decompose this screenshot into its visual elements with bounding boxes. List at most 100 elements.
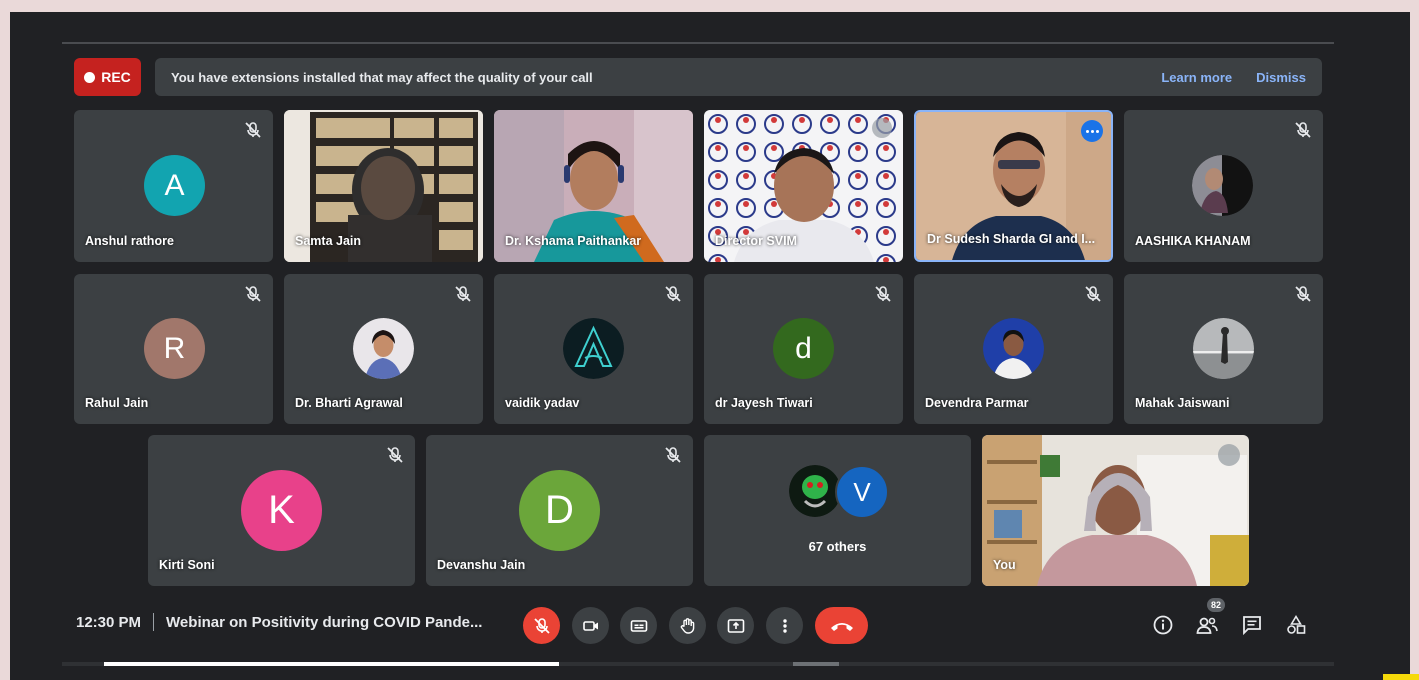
- participant-name: Dr. Kshama Paithankar: [505, 234, 642, 248]
- avatar-initial: R: [163, 331, 186, 365]
- participant-tile-jayesh[interactable]: d dr Jayesh Tiwari: [704, 274, 903, 424]
- participant-name: AASHIKA KHANAM: [1135, 234, 1251, 248]
- participant-tile-kirti[interactable]: K Kirti Soni: [148, 435, 415, 586]
- mic-off-icon: [245, 122, 261, 138]
- participant-name: Dr Sudesh Sharda GI and I...: [927, 232, 1096, 246]
- activities-icon: [1287, 614, 1306, 634]
- profile-photo: [789, 465, 841, 517]
- corner-marker: [1383, 674, 1419, 680]
- participant-tile-mahak[interactable]: Mahak Jaiswani: [1124, 274, 1323, 424]
- learn-more-link[interactable]: Learn more: [1161, 70, 1232, 85]
- profile-photo: [353, 318, 414, 379]
- chat-button[interactable]: [1239, 612, 1265, 638]
- present-screen-icon: [727, 618, 744, 633]
- avatar-initial: A: [164, 168, 185, 202]
- hand-icon: [680, 617, 694, 634]
- avatar-initial: K: [268, 488, 295, 532]
- participant-tile-rahul[interactable]: R Rahul Jain: [74, 274, 273, 424]
- participant-name: dr Jayesh Tiwari: [715, 396, 813, 410]
- participant-name: Mahak Jaiswani: [1135, 396, 1230, 410]
- profile-photo: [1193, 318, 1254, 379]
- divider: [153, 613, 155, 631]
- participant-tile-kshama[interactable]: Dr. Kshama Paithankar: [494, 110, 693, 262]
- call-end-icon: [830, 622, 853, 631]
- mic-off-icon: [387, 447, 403, 463]
- people-button[interactable]: [1194, 612, 1220, 638]
- participant-tile-vaidik[interactable]: vaidik yadav: [494, 274, 693, 424]
- participant-name: vaidik yadav: [505, 396, 580, 410]
- raise-hand-button[interactable]: [669, 607, 706, 644]
- participant-name: Anshul rathore: [85, 234, 174, 248]
- participant-count-badge: 82: [1207, 598, 1225, 612]
- profile-photo: [1192, 155, 1253, 216]
- recording-label: REC: [101, 69, 131, 85]
- mic-off-icon: [1295, 286, 1311, 302]
- meeting-info-button[interactable]: [1150, 612, 1176, 638]
- record-dot-icon: [84, 71, 96, 83]
- profile-photo: [563, 318, 624, 379]
- avatar-initial: V: [853, 476, 871, 507]
- mic-off-icon: [1295, 122, 1311, 138]
- mic-off-icon: [455, 286, 471, 302]
- avatar: K: [241, 470, 322, 551]
- avatar: d: [773, 318, 834, 379]
- participant-name: Rahul Jain: [85, 396, 149, 410]
- people-icon: [1196, 617, 1218, 634]
- meeting-time: 12:30 PM: [76, 613, 142, 631]
- participant-name: Kirti Soni: [159, 558, 215, 572]
- others-tile[interactable]: V 67 others: [704, 435, 971, 586]
- participant-tile-sudesh[interactable]: Dr Sudesh Sharda GI and I...: [914, 110, 1113, 262]
- participant-tile-bharti[interactable]: Dr. Bharti Agrawal: [284, 274, 483, 424]
- avatar-initial: D: [545, 488, 574, 532]
- avatar: R: [144, 318, 205, 379]
- mic-off-icon: [665, 447, 681, 463]
- mic-off-icon: [665, 286, 681, 302]
- meet-window: REC You have extensions installed that m…: [10, 12, 1410, 680]
- present-screen-button[interactable]: [717, 607, 754, 644]
- recording-badge: REC: [74, 58, 141, 96]
- screen-progress-track: [62, 662, 1334, 666]
- participant-tile-devendra[interactable]: Devendra Parmar: [914, 274, 1113, 424]
- participant-name: Devanshu Jain: [437, 558, 526, 572]
- others-count-label: 67 others: [808, 539, 867, 554]
- participant-name: Samta Jain: [295, 234, 362, 248]
- more-options-button[interactable]: [766, 607, 803, 644]
- profile-photo: [983, 318, 1044, 379]
- banner-text: You have extensions installed that may a…: [171, 69, 593, 85]
- screen-progress-fill: [104, 662, 559, 666]
- mic-off-icon: [533, 617, 550, 634]
- end-call-button[interactable]: [815, 607, 868, 644]
- video-feed: [982, 435, 1249, 586]
- videocam-icon: [582, 620, 598, 631]
- more-vert-icon: [782, 618, 787, 633]
- camera-toggle-button[interactable]: [572, 607, 609, 644]
- avatar-initial: d: [795, 331, 812, 365]
- participant-tile-devanshu[interactable]: D Devanshu Jain: [426, 435, 693, 586]
- mic-toggle-button[interactable]: [523, 607, 560, 644]
- more-options-icon[interactable]: [1081, 120, 1103, 142]
- mic-off-icon: [1085, 286, 1101, 302]
- top-divider: [62, 42, 1334, 44]
- closed-caption-icon: [630, 619, 647, 632]
- participant-tile-you[interactable]: You: [982, 435, 1249, 586]
- participant-tile-anshul[interactable]: A Anshul rathore: [74, 110, 273, 262]
- mic-off-icon: [245, 286, 261, 302]
- captions-button[interactable]: [620, 607, 657, 644]
- participant-name: Director SVIM: [715, 234, 797, 248]
- participant-tile-director[interactable]: Director SVIM: [704, 110, 903, 262]
- participant-name: Dr. Bharti Agrawal: [295, 396, 403, 410]
- dismiss-button[interactable]: Dismiss: [1256, 70, 1306, 85]
- info-icon: [1153, 615, 1173, 635]
- mic-off-icon: [875, 286, 891, 302]
- avatar: A: [144, 155, 205, 216]
- chat-icon: [1243, 616, 1261, 636]
- avatar: V: [835, 465, 889, 519]
- participant-name: Devendra Parmar: [925, 396, 1029, 410]
- scroll-thumb[interactable]: [793, 662, 839, 666]
- meeting-title: Webinar on Positivity during COVID Pande…: [166, 613, 483, 631]
- participant-tile-samta[interactable]: Samta Jain: [284, 110, 483, 262]
- avatar: D: [519, 470, 600, 551]
- participant-tile-aashika[interactable]: AASHIKA KHANAM: [1124, 110, 1323, 262]
- meeting-details: 12:30 PM Webinar on Positivity during CO…: [76, 613, 482, 631]
- activities-button[interactable]: [1283, 612, 1309, 638]
